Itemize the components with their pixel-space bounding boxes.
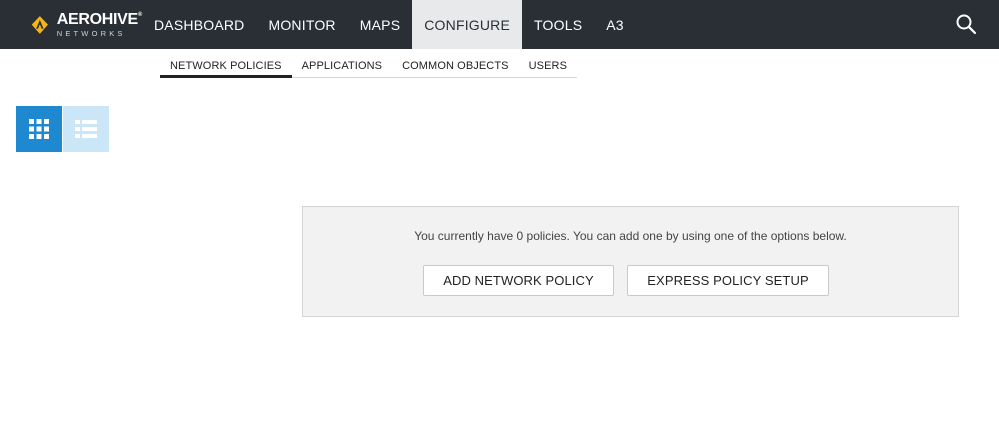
tab-applications[interactable]: APPLICATIONS xyxy=(292,56,392,77)
brand-name: AEROHIVE® xyxy=(56,10,143,28)
nav-item-dashboard[interactable]: DASHBOARD xyxy=(142,0,256,49)
top-navigation-bar: AEROHIVE® NETWORKS DASHBOARD MONITOR MAP… xyxy=(0,0,999,49)
add-network-policy-button[interactable]: ADD NETWORK POLICY xyxy=(423,265,614,296)
list-view-button[interactable] xyxy=(63,106,109,152)
nav-item-maps[interactable]: MAPS xyxy=(348,0,412,49)
tab-network-policies[interactable]: NETWORK POLICIES xyxy=(160,56,292,78)
aerohive-logo-icon xyxy=(31,15,48,34)
list-view-icon xyxy=(75,120,97,138)
nav-item-tools[interactable]: TOOLS xyxy=(522,0,594,49)
tab-common-objects[interactable]: COMMON OBJECTS xyxy=(392,56,519,77)
configure-subtabs: NETWORK POLICIES APPLICATIONS COMMON OBJ… xyxy=(160,56,578,78)
empty-policies-panel: You currently have 0 policies. You can a… xyxy=(302,206,959,317)
aerohive-logo[interactable]: AEROHIVE® NETWORKS xyxy=(0,0,142,49)
nav-item-configure[interactable]: CONFIGURE xyxy=(412,0,523,49)
search-icon[interactable] xyxy=(955,13,977,35)
grid-view-icon xyxy=(29,119,49,139)
grid-view-button[interactable] xyxy=(16,106,62,152)
tab-users[interactable]: USERS xyxy=(519,56,577,77)
nav-item-monitor[interactable]: MONITOR xyxy=(256,0,347,49)
express-policy-setup-button[interactable]: EXPRESS POLICY SETUP xyxy=(627,265,829,296)
nav-item-a3[interactable]: A3 xyxy=(594,0,636,49)
brand-subtitle: NETWORKS xyxy=(56,28,126,38)
empty-state-message: You currently have 0 policies. You can a… xyxy=(414,229,847,243)
main-nav: DASHBOARD MONITOR MAPS CONFIGURE TOOLS A… xyxy=(142,0,636,49)
